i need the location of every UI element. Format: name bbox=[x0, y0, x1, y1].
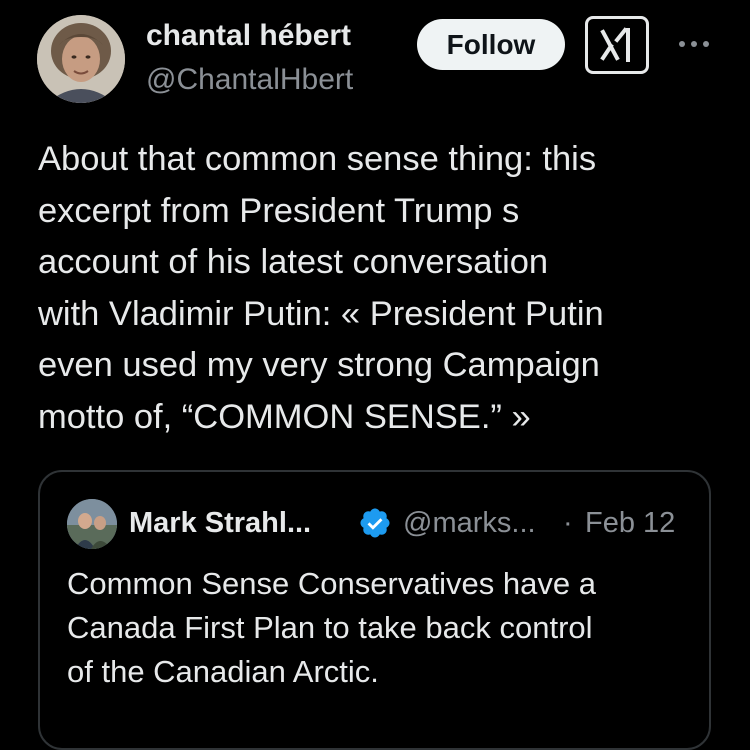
grok-button[interactable] bbox=[585, 16, 649, 74]
more-options-button[interactable] bbox=[674, 36, 714, 52]
tweet-text: About that common sense thing: this exce… bbox=[38, 140, 604, 436]
grok-icon bbox=[600, 27, 630, 62]
quote-author-name[interactable]: Mark Strahl... bbox=[129, 506, 311, 540]
author-avatar[interactable] bbox=[37, 15, 125, 103]
quote-avatar-photo bbox=[67, 499, 117, 549]
more-horizontal-icon bbox=[679, 41, 709, 47]
tweet: chantal hébert @ChantalHbert Follow Abou… bbox=[0, 0, 750, 750]
verified-badge-icon bbox=[360, 508, 390, 538]
quote-author-avatar[interactable] bbox=[67, 499, 117, 549]
follow-button[interactable]: Follow bbox=[417, 19, 565, 70]
quote-text: Common Sense Conservatives have a Canada… bbox=[67, 566, 596, 689]
author-name[interactable]: chantal hébert bbox=[146, 18, 351, 54]
quote-author-handle[interactable]: @marks... bbox=[403, 506, 536, 540]
avatar-photo bbox=[37, 15, 125, 103]
quoted-tweet-card[interactable]: Mark Strahl... @marks... · Feb 12 Common… bbox=[38, 470, 711, 750]
quote-date[interactable]: Feb 12 bbox=[585, 506, 675, 540]
quote-separator: · bbox=[563, 507, 573, 539]
author-handle[interactable]: @ChantalHbert bbox=[146, 62, 353, 98]
